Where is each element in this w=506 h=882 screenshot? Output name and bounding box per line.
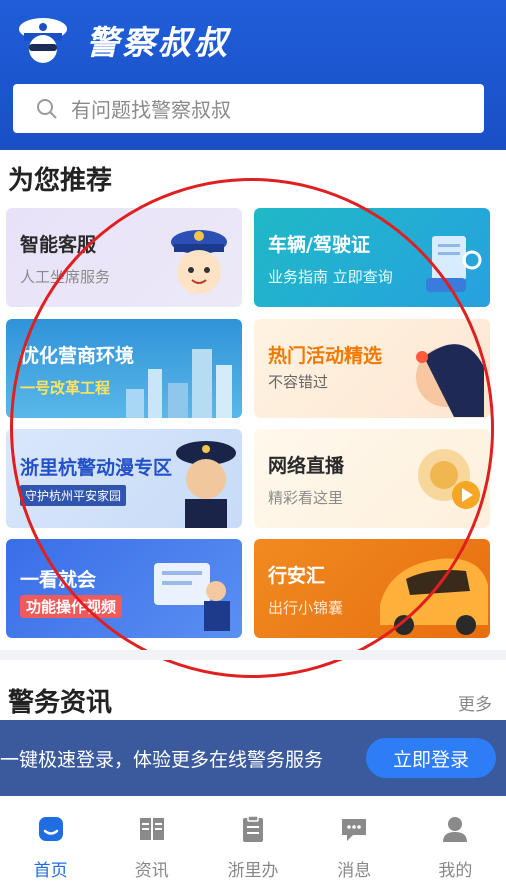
card-title: 热门活动精选 [268,345,383,367]
login-button[interactable]: 立即登录 [366,738,496,778]
police-mascot-icon [176,441,236,528]
app-title: 警察叔叔 [86,23,230,62]
card-subtitle: 精彩看这里 [268,489,344,507]
card-hot-activities[interactable]: 热门活动精选 不容错过 [254,319,490,418]
document-car-icon [426,236,482,292]
logo-row: 警察叔叔 [14,14,230,66]
nav-news[interactable]: 资讯 [101,796,202,882]
login-banner-text: 一键极速登录，体验更多在线警务服务 [0,748,324,771]
app-header: 警察叔叔 有问题找警察叔叔 [0,0,506,150]
police-avatar-icon [171,230,227,294]
chat-icon [342,819,367,841]
city-buildings-icon [126,349,232,418]
nav-messages[interactable]: 消息 [304,796,405,882]
card-live-stream[interactable]: 网络直播 精彩看这里 [254,429,490,528]
home-icon [38,817,63,841]
card-subtitle: 一号改革工程 [20,379,111,397]
book-icon [139,818,164,840]
car-icon [380,558,488,635]
nav-label: 首页 [33,861,68,881]
card-anime-zone[interactable]: 浙里杭警动漫专区 守护杭州平安家园 [6,429,242,528]
card-business-environment[interactable]: 优化营商环境 一号改革工程 [6,319,242,418]
card-vehicle-license[interactable]: 车辆/驾驶证 业务指南 立即查询 [254,208,490,307]
card-title: 浙里杭警动漫专区 [20,457,173,479]
card-pill: 功能操作视频 [20,595,123,618]
police-logo-icon [14,15,72,65]
card-title: 网络直播 [268,455,345,477]
card-subtitle: 人工坐席服务 [20,268,111,286]
girl-illustration-icon [416,344,484,417]
card-travel-safety[interactable]: 行安汇 出行小锦囊 [254,539,490,638]
recommend-title: 为您推荐 [8,166,113,196]
clipboard-icon [243,815,263,842]
card-tag: 守护杭州平安家园 [20,485,127,506]
camera-play-icon [418,449,480,509]
card-title: 行安汇 [268,565,326,587]
card-subtitle: 业务指南 立即查询 [268,268,393,286]
nav-home[interactable]: 首页 [0,796,101,882]
bottom-nav: 首页 资讯 浙里办 消息 我的 [0,796,506,882]
card-subtitle: 不容错过 [268,373,329,391]
news-title: 警务资讯 [8,688,113,718]
card-smart-service[interactable]: 智能客服 人工坐席服务 [6,208,242,307]
nav-zheliban[interactable]: 浙里办 [202,796,303,882]
more-link[interactable]: 更多 [458,690,492,715]
card-subtitle: 出行小锦囊 [268,599,344,617]
nav-label: 我的 [438,861,473,881]
section-divider [0,650,506,660]
person-icon [443,817,468,842]
search-input[interactable]: 有问题找警察叔叔 [13,84,484,133]
card-tutorial-videos[interactable]: 一看就会 功能操作视频 [6,539,242,638]
nav-profile[interactable]: 我的 [405,796,506,882]
nav-label: 资讯 [134,861,169,881]
search-placeholder: 有问题找警察叔叔 [71,98,231,122]
login-banner: 一键极速登录，体验更多在线警务服务 立即登录 [0,720,506,796]
card-title: 车辆/驾驶证 [268,234,370,256]
nav-label: 消息 [337,861,372,881]
card-title: 一看就会 [20,569,97,591]
nav-label: 浙里办 [227,861,279,881]
card-title: 智能客服 [20,234,97,256]
presenter-screen-icon [154,563,230,631]
search-icon [37,98,57,119]
